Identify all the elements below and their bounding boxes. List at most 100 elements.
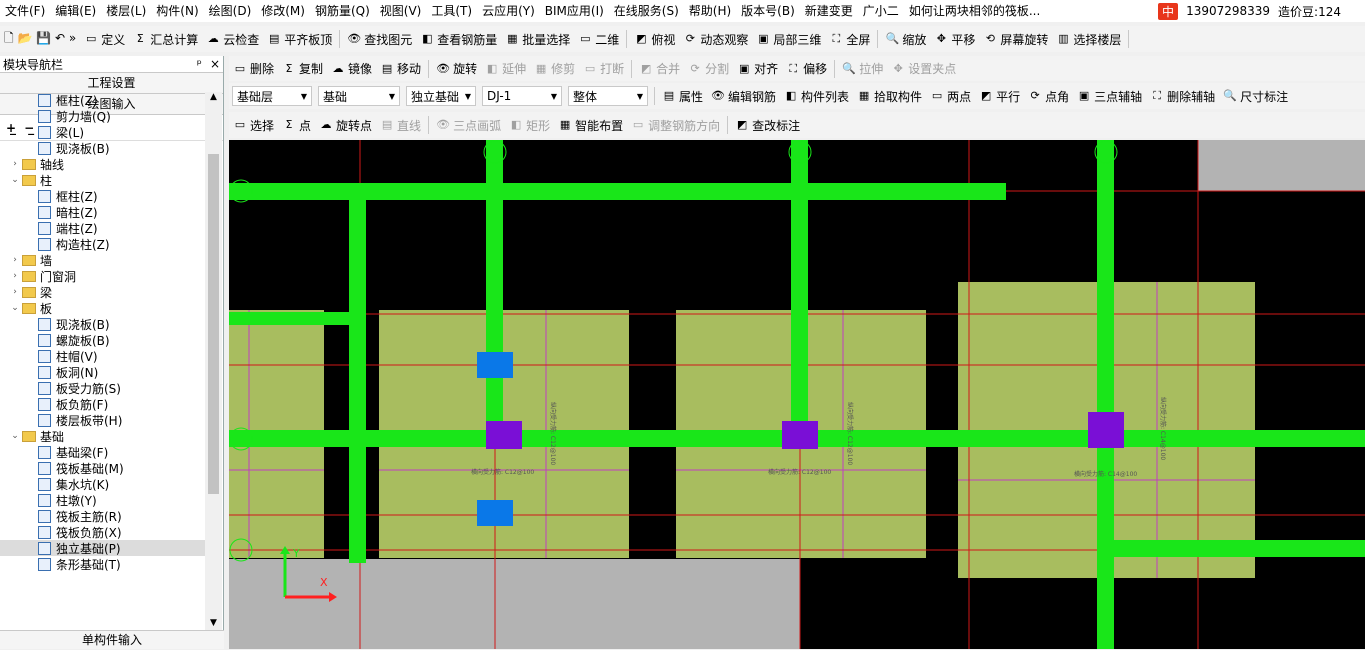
expand-toggle-icon[interactable]: › bbox=[10, 159, 20, 169]
footing-dj1[interactable] bbox=[782, 421, 818, 449]
drawing-canvas[interactable]: 横向受力筋: C12@100 横向受力筋: C12@100 横向受力筋: C14… bbox=[229, 140, 1365, 649]
toolbar3-btn-1[interactable]: 👁 编辑钢筋 bbox=[707, 85, 780, 107]
menu-item-5[interactable]: 修改(M) bbox=[256, 0, 310, 22]
toolbar-btn-item-13[interactable]: ✥ 设置夹点 bbox=[887, 58, 960, 80]
toolbar3-btn-6[interactable]: ⟳ 点角 bbox=[1024, 85, 1073, 107]
tree-item[interactable]: 柱帽(V) bbox=[0, 348, 205, 364]
toolbar3-btn-3[interactable]: ▦ 拾取构件 bbox=[853, 85, 926, 107]
toolbar-btn-item-12[interactable]: 🔍 拉伸 bbox=[838, 58, 887, 80]
tree-item[interactable]: 条形基础(T) bbox=[0, 556, 205, 572]
combo-0[interactable]: 基础层 ▼ bbox=[232, 86, 312, 106]
toolbar-btn-item-2[interactable]: ☁ 旋转点 bbox=[315, 114, 376, 136]
tree-item[interactable]: 楼层板带(H) bbox=[0, 412, 205, 428]
toolbar-btn-item-0[interactable]: ▭ 删除 bbox=[229, 58, 278, 80]
toolbar-btn-item-2[interactable]: ☁ 云检查 bbox=[202, 28, 263, 50]
toolbar-btn-item-12[interactable]: 🔍 缩放 bbox=[881, 28, 930, 50]
menu-item-12[interactable]: 帮助(H) bbox=[684, 0, 736, 22]
toolbar-btn-item-0[interactable]: ▭ 选择 bbox=[229, 114, 278, 136]
toolbar-btn-item-1[interactable]: Σ 复制 bbox=[278, 58, 327, 80]
expand-toggle-icon[interactable]: › bbox=[10, 287, 20, 297]
toolbar-btn-item-7[interactable]: ▭ 调整钢筋方向 bbox=[627, 114, 724, 136]
toolbar-btn-item-15[interactable]: ▥ 选择楼层 bbox=[1052, 28, 1125, 50]
tree-item[interactable]: ⌄ 柱 bbox=[0, 172, 205, 188]
toolbar3-btn-5[interactable]: ◩ 平行 bbox=[975, 85, 1024, 107]
expand-toggle-icon[interactable]: ⌄ bbox=[10, 175, 20, 185]
menu-item-3[interactable]: 构件(N) bbox=[151, 0, 203, 22]
combo-2[interactable]: 独立基础 ▼ bbox=[406, 86, 476, 106]
tree-item[interactable]: 集水坑(K) bbox=[0, 476, 205, 492]
toolbar-btn-item-7[interactable]: ▭ 二维 bbox=[574, 28, 623, 50]
menu-item-8[interactable]: 工具(T) bbox=[426, 0, 477, 22]
toolbar-btn-item-3[interactable]: ▤ 移动 bbox=[376, 58, 425, 80]
tree-item[interactable]: 板受力筋(S) bbox=[0, 380, 205, 396]
toolbar-btn-item-6[interactable]: ▦ 批量选择 bbox=[501, 28, 574, 50]
tree-item[interactable]: › 墙 bbox=[0, 252, 205, 268]
toolbar-btn-item-3[interactable]: ▤ 直线 bbox=[376, 114, 425, 136]
toolbar-btn-item-1[interactable]: Σ点 bbox=[278, 114, 315, 136]
menu-item-14[interactable]: 新建变更 bbox=[800, 0, 858, 22]
tree-item[interactable]: 板负筋(F) bbox=[0, 396, 205, 412]
expand-toggle-icon[interactable]: ⌄ bbox=[10, 431, 20, 441]
combo-4[interactable]: 整体 ▼ bbox=[568, 86, 648, 106]
tree-item[interactable]: 暗柱(Z) bbox=[0, 204, 205, 220]
menu-item-6[interactable]: 钢筋量(Q) bbox=[310, 0, 375, 22]
toolbar-btn-item-8[interactable]: ◩ 俯视 bbox=[630, 28, 679, 50]
toolbar3-btn-8[interactable]: ⛶ 删除辅轴 bbox=[1146, 85, 1219, 107]
menu-item-11[interactable]: 在线服务(S) bbox=[609, 0, 684, 22]
toolbar-btn-item-4[interactable]: 👁 三点画弧 bbox=[432, 114, 505, 136]
toolbar-btn-item-1[interactable]: Σ 汇总计算 bbox=[129, 28, 202, 50]
toolbar-btn-item-5[interactable]: ◧ 查看钢筋量 bbox=[416, 28, 501, 50]
close-icon[interactable]: × bbox=[210, 57, 220, 71]
menu-item-1[interactable]: 编辑(E) bbox=[50, 0, 101, 22]
tree-item[interactable]: 筏板主筋(R) bbox=[0, 508, 205, 524]
tree-item[interactable]: 独立基础(P) bbox=[0, 540, 205, 556]
ime-indicator[interactable]: 中 bbox=[1158, 2, 1179, 20]
toolbar-btn-item-4[interactable]: 👁 旋转 bbox=[432, 58, 481, 80]
toolbar3-btn-9[interactable]: 🔍 尺寸标注 bbox=[1219, 85, 1292, 107]
tree-item[interactable]: 基础梁(F) bbox=[0, 444, 205, 460]
expand-toggle-icon[interactable]: › bbox=[10, 271, 20, 281]
toolbar-btn-item-7[interactable]: ▭ 打断 bbox=[579, 58, 628, 80]
toolbar-btn-item-14[interactable]: ⟲ 屏幕旋转 bbox=[979, 28, 1052, 50]
footing-dj1[interactable] bbox=[486, 421, 522, 449]
quick-access-tools[interactable]: 🗋 📂 💾 ↶ » bbox=[0, 28, 80, 50]
toolbar3-btn-0[interactable]: ▤ 属性 bbox=[658, 85, 707, 107]
project-settings-button[interactable]: 工程设置 bbox=[0, 73, 223, 94]
menu-item-0[interactable]: 文件(F) bbox=[0, 0, 50, 22]
menu-item-2[interactable]: 楼层(L) bbox=[101, 0, 151, 22]
menu-item-4[interactable]: 绘图(D) bbox=[204, 0, 257, 22]
toolbar-btn-item-10[interactable]: ▣ 对齐 bbox=[733, 58, 782, 80]
tree-item[interactable]: 框柱(Z) bbox=[0, 188, 205, 204]
toolbar-btn-item-8[interactable]: ◩ 查改标注 bbox=[731, 114, 804, 136]
pin-icon[interactable]: ᵖ bbox=[197, 57, 202, 71]
toolbar-btn-item-5[interactable]: ◧ 延伸 bbox=[481, 58, 530, 80]
scroll-down-icon[interactable]: ▼ bbox=[205, 618, 222, 628]
toolbar-btn-item-3[interactable]: ▤ 平齐板顶 bbox=[263, 28, 336, 50]
toolbar-btn-item-10[interactable]: ▣ 局部三维 bbox=[752, 28, 825, 50]
tree-item[interactable]: › 轴线 bbox=[0, 156, 205, 172]
toolbar-btn-item-11[interactable]: ⛶ 全屏 bbox=[825, 28, 874, 50]
menu-item-9[interactable]: 云应用(Y) bbox=[477, 0, 540, 22]
tree-item[interactable]: 筏板负筋(X) bbox=[0, 524, 205, 540]
tree-scrollbar[interactable]: ▲ ▼ bbox=[205, 92, 222, 630]
combo-1[interactable]: 基础 ▼ bbox=[318, 86, 400, 106]
selected-footing[interactable] bbox=[477, 500, 513, 526]
toolbar-btn-item-6[interactable]: ▦ 智能布置 bbox=[554, 114, 627, 136]
menu-item-7[interactable]: 视图(V) bbox=[375, 0, 427, 22]
scroll-up-icon[interactable]: ▲ bbox=[205, 92, 222, 102]
toolbar-btn-item-2[interactable]: ☁ 镜像 bbox=[327, 58, 376, 80]
menu-item-15[interactable]: 广小二 bbox=[858, 0, 904, 22]
toolbar3-btn-4[interactable]: ▭ 两点 bbox=[926, 85, 975, 107]
combo-3[interactable]: DJ-1 ▼ bbox=[482, 86, 562, 106]
expand-toggle-icon[interactable]: ⌄ bbox=[10, 303, 20, 313]
tree-item[interactable]: 梁(L) bbox=[0, 124, 205, 140]
toolbar-btn-item-4[interactable]: 👁 查找图元 bbox=[343, 28, 416, 50]
toolbar-btn-item-8[interactable]: ◩ 合并 bbox=[635, 58, 684, 80]
toolbar-btn-item-6[interactable]: ▦ 修剪 bbox=[530, 58, 579, 80]
menu-item-10[interactable]: BIM应用(I) bbox=[540, 0, 609, 22]
tree-item[interactable]: 框柱(Z) bbox=[0, 92, 205, 108]
single-input-button[interactable]: 单构件输入 bbox=[0, 630, 224, 649]
tree-item[interactable]: 剪力墙(Q) bbox=[0, 108, 205, 124]
toolbar-btn-item-5[interactable]: ◧ 矩形 bbox=[505, 114, 554, 136]
tree-item[interactable]: 螺旋板(B) bbox=[0, 332, 205, 348]
